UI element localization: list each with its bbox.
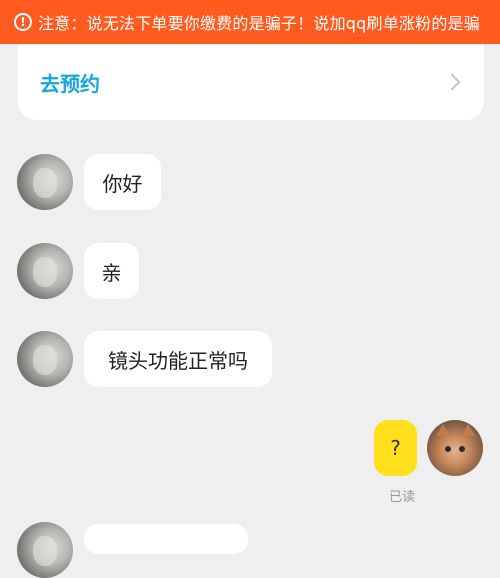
cat-eye-left — [445, 446, 451, 452]
agent-avatar[interactable] — [17, 522, 73, 578]
chevron-right-icon — [443, 73, 461, 91]
scam-warning-text: 注意：说无法下单要你缴费的是骗子！说加qq刷单涨粉的是骗 — [38, 14, 480, 33]
message-bubble[interactable]: 你好 — [84, 154, 161, 210]
read-status: 已读 — [389, 490, 416, 505]
message-bubble-partial[interactable] — [84, 524, 248, 554]
user-avatar[interactable] — [427, 420, 483, 476]
scam-warning-banner: ! 注意：说无法下单要你缴费的是骗子！说加qq刷单涨粉的是骗 — [0, 0, 500, 44]
exclamation-circle-icon: ! — [14, 13, 32, 31]
message-bubble[interactable]: 亲 — [84, 243, 139, 299]
cat-eye-right — [459, 446, 465, 452]
my-message-bubble[interactable]: ? — [374, 420, 417, 476]
agent-avatar[interactable] — [17, 154, 73, 210]
agent-avatar[interactable] — [17, 243, 73, 299]
agent-avatar[interactable] — [17, 331, 73, 387]
cat-ear-right — [461, 424, 475, 436]
booking-card[interactable]: 去预约 — [18, 44, 484, 120]
message-bubble[interactable]: 镜头功能正常吗 — [84, 331, 272, 387]
cat-ear-left — [436, 424, 450, 436]
booking-label: 去预约 — [40, 71, 100, 96]
